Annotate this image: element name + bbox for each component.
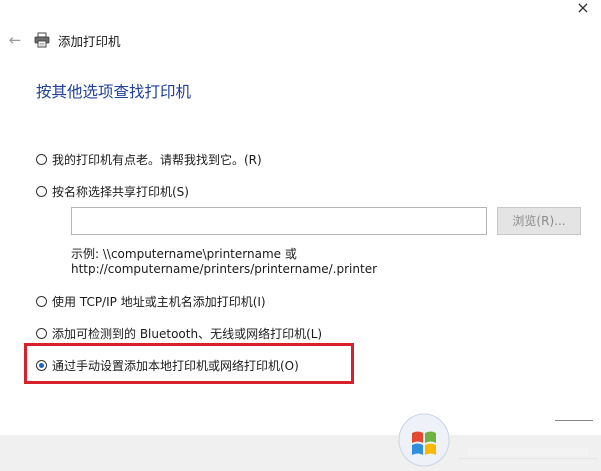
option-old-printer[interactable]: 我的打印机有点老。请帮我找到它。(R)	[36, 151, 262, 168]
option-label: 按名称选择共享打印机(S)	[52, 185, 189, 199]
option-bluetooth-wireless[interactable]: 添加可检测到的 Bluetooth、无线或网络打印机(L)	[36, 325, 322, 342]
option-label: 使用 TCP/IP 地址或主机名添加打印机(I)	[52, 295, 266, 309]
browse-button[interactable]: 浏览(R)...	[497, 207, 581, 235]
windows-logo-watermark-icon	[398, 413, 450, 467]
option-label: 我的打印机有点老。请帮我找到它。(R)	[52, 153, 262, 167]
option-label: 添加可检测到的 Bluetooth、无线或网络打印机(L)	[52, 327, 323, 341]
watermark-logo-icon	[458, 448, 598, 459]
highlight-annotation	[24, 343, 354, 384]
footer-divider	[555, 420, 593, 421]
option-tcpip[interactable]: 使用 TCP/IP 地址或主机名添加打印机(I)	[36, 293, 266, 310]
back-arrow-icon[interactable]: ←	[6, 31, 24, 49]
radio-shared-by-name[interactable]	[36, 186, 47, 197]
option-shared-by-name[interactable]: 按名称选择共享打印机(S)	[36, 183, 189, 200]
example-text-line1: 示例: \\computername\printername 或	[71, 247, 297, 261]
window-title: 添加打印机	[58, 33, 121, 49]
page-title: 按其他选项查找打印机	[36, 83, 192, 101]
window-header: ← 添加打印机	[6, 28, 121, 52]
close-button[interactable]: ×	[569, 0, 597, 20]
printer-icon	[34, 32, 50, 48]
radio-tcpip[interactable]	[36, 296, 47, 307]
example-text-line2: http://computername/printers/printername…	[71, 262, 378, 276]
radio-bluetooth-wireless[interactable]	[36, 328, 47, 339]
radio-old-printer[interactable]	[36, 154, 47, 165]
shared-printer-name-input[interactable]	[71, 207, 487, 235]
